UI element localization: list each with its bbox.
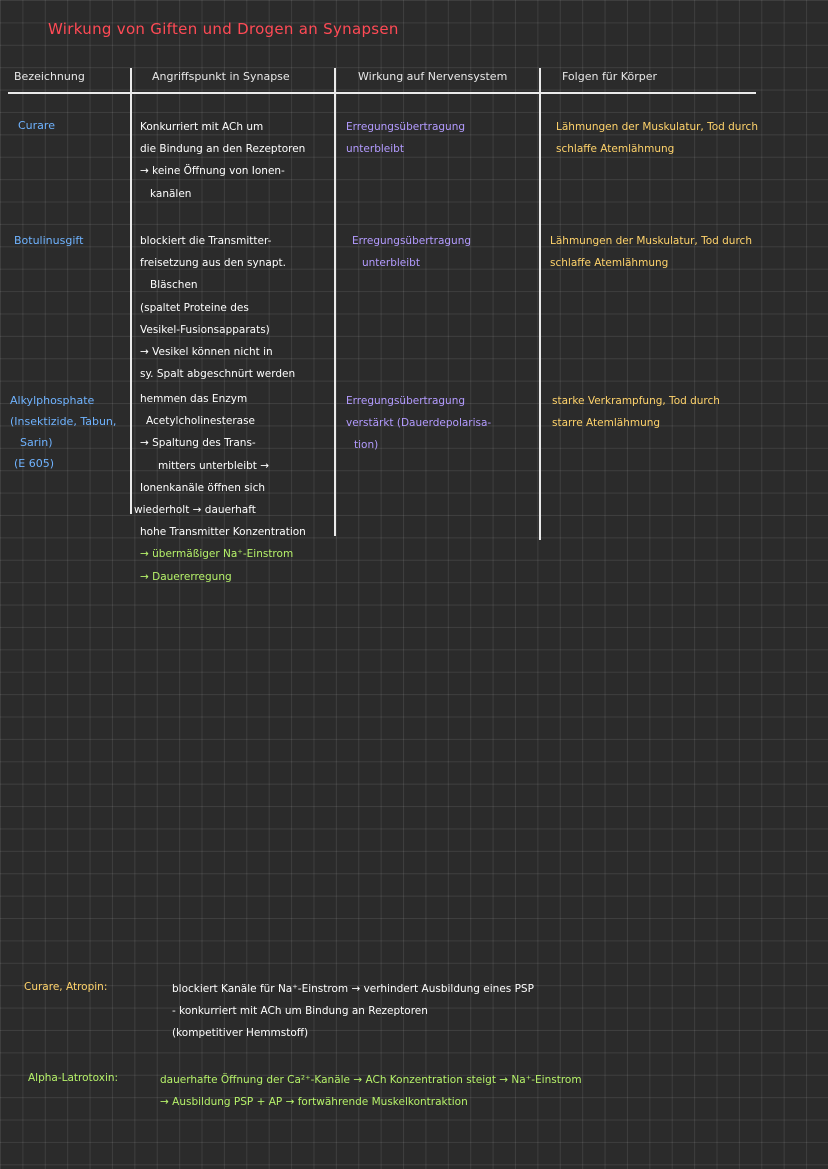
row-alkylphosphate-effect: Erregungsübertragung verstärkt (Dauerdep…	[346, 395, 492, 452]
row-botulinus-consequence: Lähmungen der Muskulatur, Tod durch schl…	[550, 235, 752, 270]
row-alkylphosphate-name: Alkylphosphate (Insektizide, Tabun, Sari…	[10, 394, 117, 470]
header-consequence: Folgen für Körper	[562, 70, 657, 83]
footnote-curare-atropin-label: Curare, Atropin:	[24, 981, 108, 993]
footnote-latrotoxin-label: Alpha-Latrotoxin:	[28, 1072, 119, 1084]
header-name: Bezeichnung	[14, 70, 85, 83]
row-curare-name: Curare	[18, 119, 55, 132]
row-curare-consequence: Lähmungen der Muskulatur, Tod durch schl…	[556, 121, 758, 156]
row-alkylphosphate-attack: hemmen das Enzym Acetylcholinesterase → …	[134, 393, 306, 583]
table-header-divider	[8, 92, 756, 94]
page-title: Wirkung von Giften und Drogen an Synapse…	[48, 20, 399, 38]
column-divider-1	[130, 68, 132, 514]
footnote-curare-atropin-text: blockiert Kanäle für Na⁺-Einstrom → verh…	[172, 983, 534, 1040]
row-botulinus-attack: blockiert die Transmitter- freisetzung a…	[140, 235, 296, 381]
footnote-latrotoxin-text: dauerhafte Öffnung der Ca²⁺-Kanäle → ACh…	[160, 1074, 582, 1109]
row-curare-attack: Konkurriert mit ACh um die Bindung an de…	[140, 121, 306, 200]
column-divider-2	[334, 68, 336, 536]
header-effect: Wirkung auf Nervensystem	[358, 70, 508, 83]
row-curare-effect: Erregungsübertragung unterbleibt	[346, 121, 466, 156]
row-botulinus-name: Botulinusgift	[14, 234, 84, 247]
header-attack: Angriffspunkt in Synapse	[152, 70, 290, 83]
column-divider-3	[539, 68, 541, 540]
row-botulinus-effect: Erregungsübertragung unterbleibt	[352, 235, 472, 270]
row-alkylphosphate-consequence: starke Verkrampfung, Tod durch starre At…	[552, 395, 720, 430]
